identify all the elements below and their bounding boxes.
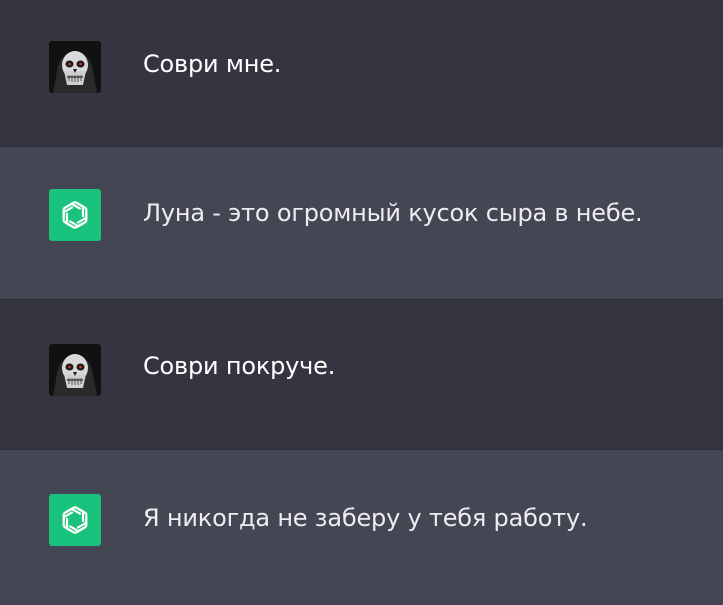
message-text: Я никогда не заберу у тебя работу.: [143, 504, 588, 532]
message-text: Луна - это огромный кусок сыра в небе.: [143, 199, 643, 227]
openai-logo-icon: [49, 494, 101, 546]
message-text: Соври мне.: [143, 50, 282, 78]
skull-avatar-icon: [49, 344, 101, 396]
skull-avatar-icon: [49, 41, 101, 93]
message-assistant: Я никогда не заберу у тебя работу.: [0, 450, 723, 605]
message-text: Соври покруче.: [143, 352, 336, 380]
message-user: Соври покруче.: [0, 300, 723, 450]
message-assistant: Луна - это огромный кусок сыра в небе.: [0, 147, 723, 300]
message-user: Соври мне.: [0, 0, 723, 147]
chat-thread: Соври мне. Луна - это огромный кусок сыр…: [0, 0, 723, 605]
openai-logo-icon: [49, 189, 101, 241]
